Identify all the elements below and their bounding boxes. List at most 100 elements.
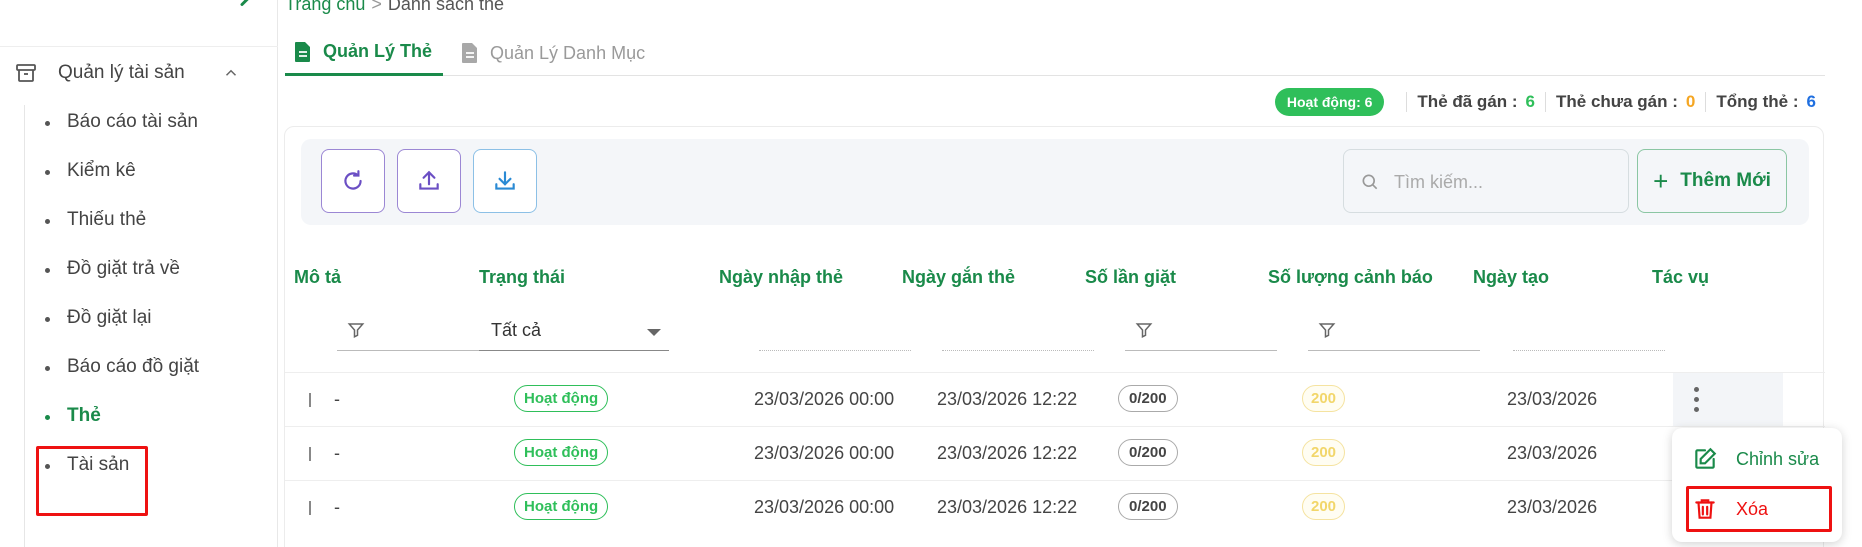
warning-count-badge: 200 [1302,385,1346,412]
upload-button[interactable] [397,149,461,213]
archive-box-icon [14,61,38,85]
status-filter-value: Tất cả [491,320,542,340]
table-row[interactable]: - Hoạt động 23/03/2026 00:00 23/03/2026 … [285,426,1825,480]
column-header-description: Mô tả [294,267,341,287]
highlight-box [1686,486,1832,532]
sidebar-item-inventory[interactable]: Kiểm kê [25,154,275,190]
bullet-icon [45,121,50,126]
tag-stats: Hoạt động: 6 Thẻ đã gán : 6 Thẻ chưa gán … [1274,87,1826,117]
column-header-status: Trạng thái [479,267,566,287]
refresh-button[interactable] [321,149,385,213]
sidebar-item-returned-laundry[interactable]: Đồ giặt trả về [25,252,275,288]
breadcrumb-current: Danh sách thẻ [387,0,504,14]
bullet-icon [45,415,50,420]
column-header-attach-date: Ngày gắn thẻ [902,267,1016,287]
sidebar-item-missing-tags[interactable]: Thiếu thẻ [25,203,275,239]
cell-created: 23/03/2026 [1507,389,1598,409]
search-input[interactable] [1394,168,1614,196]
breadcrumb-separator: > [371,0,382,14]
total-stat: Tổng thẻ : 6 [1705,92,1826,112]
sidebar-item-tags[interactable]: Thẻ [25,399,275,435]
sidebar-item-asset-report[interactable]: Báo cáo tài sản [25,105,275,141]
column-header-import-date: Ngày nhập thẻ [719,267,844,287]
column-header-created: Ngày tạo [1473,267,1550,287]
cell-import-date: 23/03/2026 00:00 [754,497,895,517]
status-badge: Hoạt động [514,385,609,412]
tab-label: Quản Lý Danh Mục [490,42,646,63]
bullet-icon [45,170,50,175]
filter-icon [347,323,365,338]
row-marker [309,447,311,461]
row-marker [309,393,311,407]
edit-menu-item[interactable]: Chỉnh sửa [1686,438,1832,480]
download-button[interactable] [473,149,537,213]
bullet-icon [45,268,50,273]
search-box [1343,149,1629,213]
tab-label: Quản Lý Thẻ [323,41,433,61]
edit-icon [1695,447,1717,469]
bullet-icon [45,366,50,371]
cell-import-date: 23/03/2026 00:00 [754,443,895,463]
action-cell [1673,373,1783,427]
sidebar: Quản lý tài sản Báo cáo tài sản Kiểm kê … [0,0,278,547]
refresh-icon [344,170,362,190]
row-marker [309,501,311,515]
tab-category-management[interactable]: Quản Lý Danh Mục [452,30,645,76]
cell-attach-date: 23/03/2026 12:22 [937,497,1078,517]
attach-date-filter[interactable] [942,311,1094,351]
caret-down-icon [647,329,661,336]
upload-icon [419,170,439,190]
search-icon [1362,174,1378,190]
sidebar-group-asset-management[interactable]: Quản lý tài sản [0,52,278,94]
unassigned-value: 0 [1685,92,1696,111]
assigned-value: 6 [1525,92,1536,111]
filter-icon [1135,323,1153,338]
warning-count-filter[interactable] [1308,311,1480,351]
wash-count-badge: 0/200 [1118,493,1178,520]
breadcrumb-home-link[interactable]: Trang chủ [285,0,365,14]
tab-bar: Quản Lý Thẻ Quản Lý Danh Mục [285,30,1825,76]
description-filter[interactable] [337,311,487,351]
chevron-up-icon[interactable] [222,64,240,82]
status-filter-select[interactable]: Tất cả [479,311,669,351]
assigned-stat: Thẻ đã gán : 6 [1406,92,1545,112]
edit-label: Chỉnh sửa [1736,448,1820,469]
cell-import-date: 23/03/2026 00:00 [754,389,895,409]
sidebar-item-label: Thiếu thẻ [67,209,147,230]
import-date-filter[interactable] [759,311,911,351]
status-badge: Hoạt động [514,493,609,520]
unassigned-label: Thẻ chưa gán : [1556,92,1678,111]
add-new-button[interactable]: + Thêm Mới [1637,149,1787,213]
toolbar: + Thêm Mới [301,139,1809,225]
sidebar-item-label: Báo cáo tài sản [67,111,198,132]
column-header-warning-count: Số lượng cảnh báo [1268,267,1433,287]
unassigned-stat: Thẻ chưa gán : 0 [1545,92,1705,112]
plus-icon: + [1653,165,1669,196]
wash-count-badge: 0/200 [1118,385,1178,412]
column-header-wash-count: Số lần giặt [1085,267,1177,287]
wash-count-badge: 0/200 [1118,439,1178,466]
assigned-label: Thẻ đã gán : [1417,92,1518,111]
tab-tag-management[interactable]: Quản Lý Thẻ [285,30,443,76]
highlight-box [36,446,148,516]
created-date-filter[interactable] [1513,311,1665,351]
chevron-left-icon[interactable] [232,0,262,22]
cell-created: 23/03/2026 [1507,443,1598,463]
table-row[interactable]: - Hoạt động 23/03/2026 00:00 23/03/2026 … [285,480,1825,534]
cell-attach-date: 23/03/2026 12:22 [937,443,1078,463]
document-icon [295,41,310,62]
more-vertical-icon[interactable] [1693,387,1701,413]
sidebar-item-label: Thẻ [67,405,101,426]
sidebar-item-label: Đồ giặt lại [67,307,152,328]
status-badge: Hoạt động [514,439,609,466]
tag-list-card: + Thêm Mới Mô tả Trạng thái Ngày nhập th… [284,126,1825,547]
table-row[interactable]: - Hoạt động 23/03/2026 00:00 23/03/2026 … [285,372,1825,427]
wash-count-filter[interactable] [1125,311,1277,351]
warning-count-badge: 200 [1302,493,1346,520]
cell-created: 23/03/2026 [1507,497,1598,517]
total-value: 6 [1806,92,1816,111]
breadcrumb: Trang chủ > Danh sách thẻ [285,0,504,15]
filter-icon [1318,323,1336,338]
sidebar-item-laundry-report[interactable]: Báo cáo đồ giặt [25,350,275,386]
sidebar-item-rewash[interactable]: Đồ giặt lại [25,301,275,337]
